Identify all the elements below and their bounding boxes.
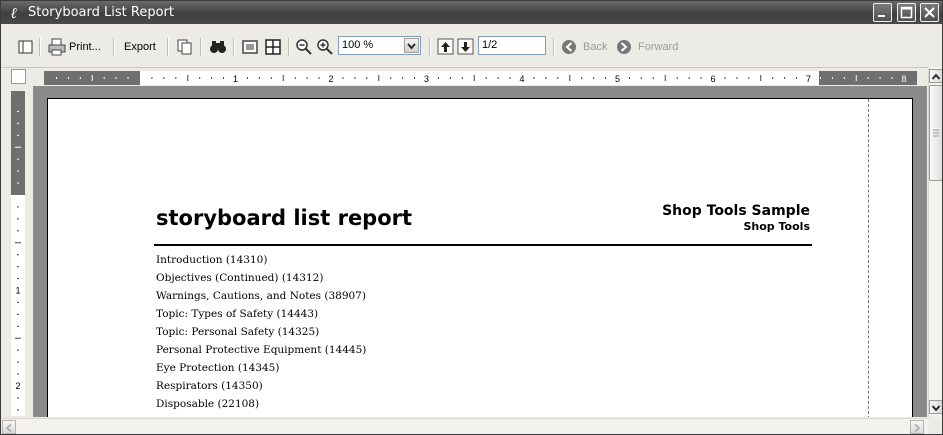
- find-icon[interactable]: [209, 38, 227, 56]
- ruler-corner: [11, 69, 26, 84]
- list-item: Eye Protection (14345): [156, 362, 280, 374]
- separator: [553, 38, 555, 56]
- title-bar[interactable]: ℓ Storyboard List Report: [1, 1, 942, 24]
- separator: [200, 38, 202, 56]
- scroll-right-button[interactable]: [910, 420, 924, 434]
- print-button[interactable]: Print...: [69, 36, 101, 58]
- close-button[interactable]: [920, 3, 939, 22]
- ruler-number: 7: [806, 74, 811, 84]
- separator: [429, 38, 431, 56]
- chevron-up-icon: [931, 73, 941, 80]
- chevron-down-icon: [931, 405, 941, 412]
- scroll-down-button[interactable]: [929, 400, 942, 414]
- zoom-in-icon[interactable]: [316, 38, 334, 56]
- company-name: Shop Tools Sample: [662, 203, 810, 219]
- list-item: Disposable (22108): [156, 398, 260, 410]
- separator: [167, 38, 169, 56]
- ruler-number: 3: [424, 74, 429, 84]
- single-page-icon[interactable]: [241, 38, 259, 56]
- separator: [39, 38, 41, 56]
- report-page: storyboard list report Shop Tools Sample…: [47, 98, 913, 417]
- page-number-value: 1/2: [482, 39, 498, 51]
- report-window: ℓ Storyboard List Report Print... Export: [0, 0, 943, 435]
- printer-icon[interactable]: [48, 38, 66, 56]
- ruler-number: 8: [901, 74, 906, 84]
- back-button[interactable]: Back: [583, 36, 607, 58]
- vertical-ruler[interactable]: 12: [11, 91, 25, 416]
- storyboard-list: Introduction (14310) Objectives (Continu…: [156, 251, 366, 413]
- ruler-number: 1: [233, 74, 238, 84]
- maximize-button[interactable]: [897, 3, 916, 22]
- ruler-number: 4: [519, 74, 524, 84]
- close-icon: [924, 7, 935, 18]
- page-number-input[interactable]: 1/2: [478, 36, 546, 55]
- toolbar: Print... Export 100 % 1/2 Back Forward: [1, 24, 942, 68]
- forward-arrow-icon[interactable]: [616, 38, 634, 56]
- multi-page-icon[interactable]: [264, 38, 282, 56]
- preview-area[interactable]: storyboard list report Shop Tools Sample…: [33, 86, 927, 417]
- list-item: Warnings, Cautions, and Notes (38907): [156, 290, 366, 302]
- header-divider: [154, 244, 812, 246]
- separator: [233, 38, 235, 56]
- zoom-select[interactable]: 100 %: [338, 36, 421, 55]
- list-item: Objectives (Continued) (14312): [156, 272, 324, 284]
- right-margin-guide: [868, 99, 869, 417]
- report-title: storyboard list report: [156, 206, 413, 230]
- ruler-number: 1: [15, 286, 20, 296]
- copy-icon[interactable]: [176, 38, 194, 56]
- ruler-number: 6: [710, 74, 715, 84]
- separator: [288, 38, 290, 56]
- forward-button[interactable]: Forward: [638, 36, 678, 58]
- ruler-ticks-vertical: 12: [15, 110, 21, 411]
- zoom-out-icon[interactable]: [295, 38, 313, 56]
- back-arrow-icon[interactable]: [561, 38, 579, 56]
- list-item: Respirators (14350): [156, 380, 263, 392]
- page-setup-icon[interactable]: [17, 38, 35, 56]
- chevron-right-icon: [914, 423, 921, 433]
- export-button[interactable]: Export: [124, 36, 156, 58]
- vertical-scrollbar[interactable]: [928, 67, 942, 417]
- first-page-icon[interactable]: [437, 38, 455, 56]
- minimize-button[interactable]: [873, 3, 892, 22]
- grip-icon: [933, 129, 939, 137]
- horizontal-scrollbar[interactable]: [1, 418, 928, 434]
- scroll-left-button[interactable]: [2, 420, 16, 434]
- scroll-thumb[interactable]: [929, 85, 942, 181]
- app-icon: ℓ: [10, 4, 18, 22]
- horizontal-ruler[interactable]: 1 2 3 4 5 6 7 8: [44, 71, 917, 85]
- company-subtitle: Shop Tools: [743, 220, 811, 233]
- window-title: Storyboard List Report: [28, 5, 174, 20]
- chevron-down-icon[interactable]: [404, 38, 419, 53]
- scroll-up-button[interactable]: [929, 69, 942, 83]
- ruler-ticks: 1 2 3 4 5 6 7 8: [55, 74, 907, 84]
- minimize-icon: [878, 15, 885, 17]
- ruler-number: 5: [615, 74, 620, 84]
- list-item: Topic: Personal Safety (14325): [156, 326, 320, 338]
- maximize-icon: [900, 6, 913, 19]
- next-page-icon[interactable]: [457, 38, 475, 56]
- zoom-value: 100 %: [342, 39, 374, 51]
- ruler-number: 2: [328, 74, 333, 84]
- list-item: Introduction (14310): [156, 254, 268, 266]
- list-item: Topic: Types of Safety (14443): [156, 308, 319, 320]
- chevron-left-icon: [5, 423, 12, 433]
- ruler-number: 2: [15, 381, 20, 391]
- list-item: Personal Protective Equipment (14445): [156, 344, 367, 356]
- separator: [113, 38, 115, 56]
